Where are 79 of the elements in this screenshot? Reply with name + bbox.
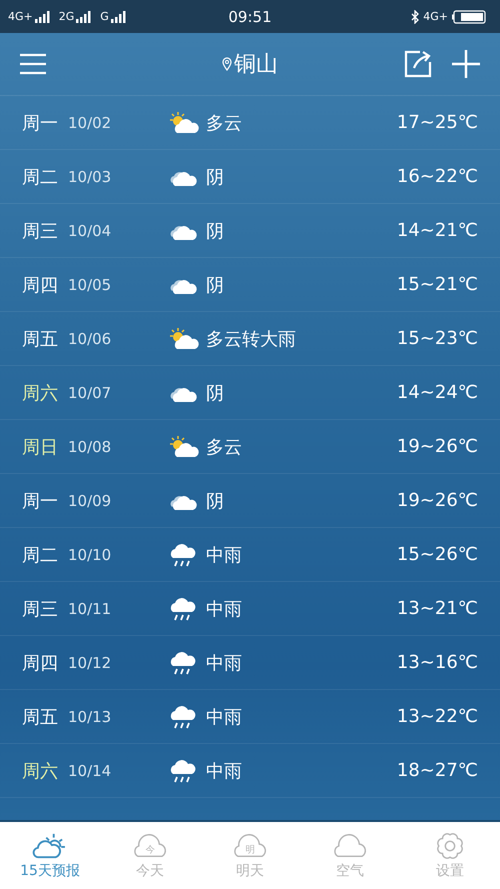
weather-condition: 多云 [206, 112, 243, 134]
weather-condition: 中雨 [206, 598, 243, 620]
weather-condition: 中雨 [206, 544, 243, 566]
temperature-range: 16~22℃ [396, 166, 478, 187]
temperature-range: 13~21℃ [396, 598, 478, 619]
temperature-range: 14~21℃ [396, 220, 478, 241]
weekday: 周三 [22, 220, 59, 242]
date: 10/13 [68, 708, 112, 726]
weather-condition: 阴 [206, 382, 225, 404]
share-button[interactable] [404, 50, 432, 78]
network-label: 2G [58, 10, 74, 23]
weekday: 周二 [22, 544, 59, 566]
temperature-range: 13~16℃ [396, 652, 478, 673]
weekday: 周四 [22, 274, 59, 296]
nav-tab[interactable]: 明 明天 [200, 822, 300, 889]
weekday: 周一 [22, 490, 59, 512]
weather-condition: 多云转大雨 [206, 328, 297, 350]
network-label: 4G+ [423, 10, 448, 23]
temperature-range: 15~21℃ [396, 274, 478, 295]
date: 10/10 [68, 546, 112, 564]
weather-condition: 中雨 [206, 706, 243, 728]
weather-condition: 中雨 [206, 652, 243, 674]
weather-condition: 阴 [206, 274, 225, 296]
add-button[interactable] [452, 50, 480, 78]
signal-icon [76, 10, 92, 22]
date: 10/12 [68, 654, 112, 672]
date: 10/04 [68, 222, 112, 240]
nav-tab[interactable]: 空气 [300, 822, 400, 889]
cloud-icon [331, 832, 369, 860]
plus-icon [452, 50, 480, 78]
nav-tab[interactable]: 设置 [400, 822, 500, 889]
date: 10/03 [68, 168, 112, 186]
temperature-range: 19~26℃ [396, 436, 478, 457]
clock: 09:51 [228, 8, 272, 26]
temperature-range: 14~24℃ [396, 382, 478, 403]
battery-icon [452, 10, 486, 24]
date: 10/06 [68, 330, 112, 348]
temperature-range: 15~23℃ [396, 328, 478, 349]
cloud-icon: 今 [131, 832, 169, 860]
weekday: 周五 [22, 328, 59, 350]
share-icon [404, 50, 432, 78]
temperature-range: 18~27℃ [396, 760, 478, 781]
location-pin-icon [222, 57, 232, 71]
weather-condition: 阴 [206, 220, 225, 242]
date: 10/14 [68, 762, 112, 780]
network-label: G [100, 10, 109, 23]
signal-icon [34, 10, 51, 22]
date: 10/08 [68, 438, 112, 456]
weekday: 周四 [22, 652, 59, 674]
weekday: 周二 [22, 166, 59, 188]
nav-tab[interactable]: 今 今天 [100, 822, 200, 889]
network-label: 4G+ [8, 10, 33, 23]
temperature-range: 15~26℃ [396, 544, 478, 565]
city-name: 铜山 [234, 51, 278, 79]
nav-tab[interactable]: 15天预报 [0, 822, 100, 889]
settings-icon [436, 832, 464, 860]
date: 10/11 [68, 600, 112, 618]
date: 10/05 [68, 276, 112, 294]
weekday: 周五 [22, 706, 59, 728]
date: 10/07 [68, 384, 112, 402]
date: 10/02 [68, 114, 112, 132]
weekday: 周一 [22, 112, 59, 134]
menu-icon [20, 53, 46, 75]
temperature-range: 17~25℃ [396, 112, 478, 133]
signal-icon [110, 10, 127, 22]
temperature-range: 19~26℃ [396, 490, 478, 511]
weekday: 周六 [22, 760, 59, 782]
bluetooth-icon [411, 10, 420, 24]
weekday: 周六 [22, 382, 59, 404]
menu-button[interactable] [20, 53, 46, 75]
weather-condition: 中雨 [206, 760, 243, 782]
weather-condition: 阴 [206, 490, 225, 512]
temperature-range: 13~22℃ [396, 706, 478, 727]
cloud-icon: 明 [231, 832, 269, 860]
weather-condition: 阴 [206, 166, 225, 188]
date: 10/09 [68, 492, 112, 510]
weather-condition: 多云 [206, 436, 243, 458]
weekday: 周三 [22, 598, 59, 620]
weekday: 周日 [22, 436, 59, 458]
